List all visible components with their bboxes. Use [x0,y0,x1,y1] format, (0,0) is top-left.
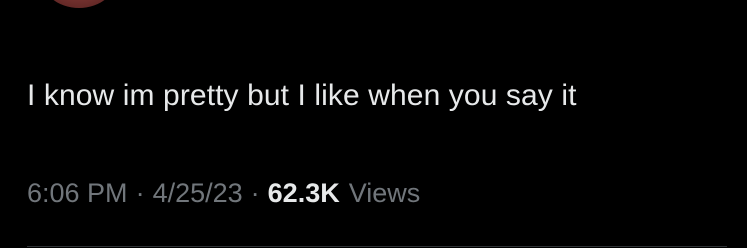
views-count[interactable]: 62.3K [268,178,340,209]
tweet-time[interactable]: 6:06 PM [27,178,128,209]
tweet-date[interactable]: 4/25/23 [153,178,243,209]
avatar[interactable] [40,0,118,8]
tweet-metadata: 6:06 PM · 4/25/23 · 62.3K Views [27,173,420,213]
separator-dot: · [250,177,260,208]
tweet-text: I know im pretty but I like when you say… [27,79,577,112]
views-label[interactable]: Views [349,178,421,209]
divider [27,246,727,247]
separator-dot: · [135,177,145,208]
